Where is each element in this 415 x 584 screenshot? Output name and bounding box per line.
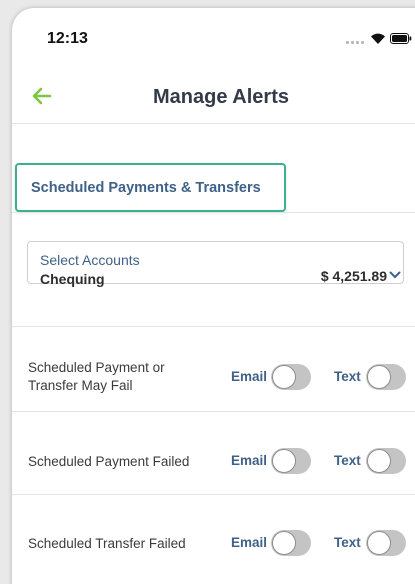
phone-screen: 12:13 Manage Alerts Scheduled Payments &… xyxy=(12,8,415,584)
alert-label: Scheduled Payment Failed xyxy=(28,454,190,469)
battery-icon xyxy=(390,33,412,44)
email-label: Email xyxy=(231,453,268,468)
cellular-signal-icon xyxy=(346,38,366,44)
chevron-down-icon xyxy=(389,271,401,278)
toggle-knob xyxy=(367,531,391,555)
alert-row: Scheduled Payment or Transfer May Fail E… xyxy=(12,326,415,411)
wifi-icon xyxy=(371,33,385,44)
toggle-knob xyxy=(367,365,391,389)
account-select-label: Select Accounts xyxy=(40,252,140,268)
email-label: Email xyxy=(231,369,268,384)
account-balance: $ 4,251.89 xyxy=(320,268,387,284)
toggle-knob xyxy=(367,449,391,473)
text-toggle[interactable] xyxy=(366,364,406,390)
alert-label: Scheduled Payment or Transfer May Fail xyxy=(28,360,165,393)
account-name: Chequing xyxy=(40,271,105,287)
alert-row: Scheduled Payment Failed Email Text xyxy=(12,411,415,494)
status-time: 12:13 xyxy=(47,30,88,47)
header-bar: Manage Alerts xyxy=(12,70,415,124)
tab-scheduled-payments-transfers[interactable]: Scheduled Payments & Transfers xyxy=(15,163,286,212)
email-toggle[interactable] xyxy=(271,530,311,556)
account-select-dropdown[interactable]: Select Accounts Chequing $ 4,251.89 xyxy=(27,241,404,287)
alert-label: Scheduled Transfer Failed xyxy=(28,536,186,551)
text-toggle[interactable] xyxy=(366,448,406,474)
text-label: Text xyxy=(334,453,361,468)
status-bar: 12:13 xyxy=(12,8,415,70)
email-label: Email xyxy=(231,535,268,550)
divider xyxy=(12,212,415,213)
email-toggle[interactable] xyxy=(271,448,311,474)
tab-label: Scheduled Payments & Transfers xyxy=(31,179,261,196)
alert-row: Scheduled Transfer Failed Email Text xyxy=(12,494,415,584)
page-title: Manage Alerts xyxy=(153,86,289,108)
text-toggle[interactable] xyxy=(366,530,406,556)
text-label: Text xyxy=(334,369,361,384)
toggle-knob xyxy=(272,365,296,389)
toggle-knob xyxy=(272,449,296,473)
text-label: Text xyxy=(334,535,361,550)
toggle-knob xyxy=(272,531,296,555)
email-toggle[interactable] xyxy=(271,364,311,390)
